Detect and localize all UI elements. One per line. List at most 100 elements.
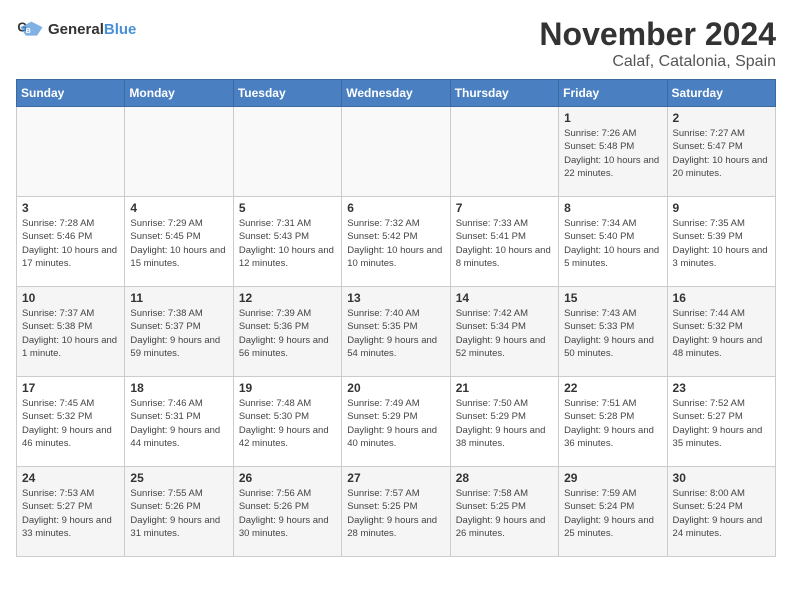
calendar-cell <box>125 107 233 197</box>
day-info: Sunrise: 7:56 AM Sunset: 5:26 PM Dayligh… <box>239 487 336 540</box>
calendar-cell <box>450 107 558 197</box>
logo-text-blue: Blue <box>104 21 137 38</box>
logo: G B GeneralBlue <box>16 16 136 44</box>
day-info: Sunrise: 7:29 AM Sunset: 5:45 PM Dayligh… <box>130 217 227 270</box>
day-number: 16 <box>673 291 770 305</box>
calendar-cell <box>233 107 341 197</box>
day-info: Sunrise: 7:40 AM Sunset: 5:35 PM Dayligh… <box>347 307 444 360</box>
day-number: 9 <box>673 201 770 215</box>
day-number: 30 <box>673 471 770 485</box>
weekday-header-monday: Monday <box>125 80 233 107</box>
location: Calaf, Catalonia, Spain <box>539 53 776 71</box>
day-number: 13 <box>347 291 444 305</box>
day-number: 18 <box>130 381 227 395</box>
month-title: November 2024 <box>539 16 776 53</box>
calendar-cell: 12 Sunrise: 7:39 AM Sunset: 5:36 PM Dayli… <box>233 287 341 377</box>
calendar-cell: 22Sunrise: 7:51 AM Sunset: 5:28 PM Dayli… <box>559 377 667 467</box>
day-info: Sunrise: 7:33 AM Sunset: 5:41 PM Dayligh… <box>456 217 553 270</box>
day-number: 17 <box>22 381 119 395</box>
day-info: Sunrise: 7:48 AM Sunset: 5:30 PM Dayligh… <box>239 397 336 450</box>
day-number: 14 <box>456 291 553 305</box>
day-info: Sunrise: 7:45 AM Sunset: 5:32 PM Dayligh… <box>22 397 119 450</box>
day-info: Sunrise: 7:32 AM Sunset: 5:42 PM Dayligh… <box>347 217 444 270</box>
day-number: 8 <box>564 201 661 215</box>
day-info: Sunrise: 7:28 AM Sunset: 5:46 PM Dayligh… <box>22 217 119 270</box>
day-info: Sunrise: 7:44 AM Sunset: 5:32 PM Dayligh… <box>673 307 770 360</box>
day-info: Sunrise: 7:42 AM Sunset: 5:34 PM Dayligh… <box>456 307 553 360</box>
calendar-cell: 3 Sunrise: 7:28 AM Sunset: 5:46 PM Daylig… <box>17 197 125 287</box>
calendar-cell: 23 Sunrise: 7:52 AM Sunset: 5:27 PM Dayli… <box>667 377 775 467</box>
day-number: 28 <box>456 471 553 485</box>
calendar-cell: 7 Sunrise: 7:33 AM Sunset: 5:41 PM Daylig… <box>450 197 558 287</box>
day-info: Sunrise: 7:55 AM Sunset: 5:26 PM Dayligh… <box>130 487 227 540</box>
calendar-cell: 10Sunrise: 7:37 AM Sunset: 5:38 PM Dayli… <box>17 287 125 377</box>
day-info: Sunrise: 7:57 AM Sunset: 5:25 PM Dayligh… <box>347 487 444 540</box>
day-number: 15 <box>564 291 661 305</box>
calendar-cell: 21 Sunrise: 7:50 AM Sunset: 5:29 PM Dayli… <box>450 377 558 467</box>
day-number: 7 <box>456 201 553 215</box>
calendar-cell: 25Sunrise: 7:55 AM Sunset: 5:26 PM Dayli… <box>125 467 233 557</box>
day-number: 29 <box>564 471 661 485</box>
calendar-cell: 17 Sunrise: 7:45 AM Sunset: 5:32 PM Dayli… <box>17 377 125 467</box>
weekday-header-tuesday: Tuesday <box>233 80 341 107</box>
calendar-cell <box>17 107 125 197</box>
day-info: Sunrise: 7:37 AM Sunset: 5:38 PM Dayligh… <box>22 307 119 360</box>
weekday-header-row: SundayMondayTuesdayWednesdayThursdayFrid… <box>17 80 776 107</box>
calendar-cell: 6 Sunrise: 7:32 AM Sunset: 5:42 PM Daylig… <box>342 197 450 287</box>
calendar-cell: 28 Sunrise: 7:58 AM Sunset: 5:25 PM Dayli… <box>450 467 558 557</box>
calendar-cell: 29 Sunrise: 7:59 AM Sunset: 5:24 PM Dayli… <box>559 467 667 557</box>
day-info: Sunrise: 7:49 AM Sunset: 5:29 PM Dayligh… <box>347 397 444 450</box>
calendar-table: SundayMondayTuesdayWednesdayThursdayFrid… <box>16 79 776 557</box>
header: G B GeneralBlue November 2024 Calaf, Cat… <box>16 16 776 71</box>
day-number: 11 <box>130 291 227 305</box>
day-info: Sunrise: 7:27 AM Sunset: 5:47 PM Dayligh… <box>673 127 770 180</box>
calendar-week-row: 1 Sunrise: 7:26 AM Sunset: 5:48 PM Daylig… <box>17 107 776 197</box>
day-info: Sunrise: 7:26 AM Sunset: 5:48 PM Dayligh… <box>564 127 661 180</box>
day-number: 19 <box>239 381 336 395</box>
day-number: 21 <box>456 381 553 395</box>
calendar-cell: 8 Sunrise: 7:34 AM Sunset: 5:40 PM Daylig… <box>559 197 667 287</box>
day-info: Sunrise: 7:34 AM Sunset: 5:40 PM Dayligh… <box>564 217 661 270</box>
day-number: 27 <box>347 471 444 485</box>
calendar-cell: 20 Sunrise: 7:49 AM Sunset: 5:29 PM Dayli… <box>342 377 450 467</box>
day-number: 20 <box>347 381 444 395</box>
weekday-header-sunday: Sunday <box>17 80 125 107</box>
day-number: 4 <box>130 201 227 215</box>
calendar-cell: 11 Sunrise: 7:38 AM Sunset: 5:37 PM Dayli… <box>125 287 233 377</box>
title-area: November 2024 Calaf, Catalonia, Spain <box>539 16 776 71</box>
calendar-cell: 24Sunrise: 7:53 AM Sunset: 5:27 PM Dayli… <box>17 467 125 557</box>
calendar-cell: 14 Sunrise: 7:42 AM Sunset: 5:34 PM Dayli… <box>450 287 558 377</box>
calendar-cell: 9Sunrise: 7:35 AM Sunset: 5:39 PM Daylig… <box>667 197 775 287</box>
logo-icon: G B <box>16 16 44 44</box>
calendar-cell: 30Sunrise: 8:00 AM Sunset: 5:24 PM Dayli… <box>667 467 775 557</box>
day-info: Sunrise: 7:46 AM Sunset: 5:31 PM Dayligh… <box>130 397 227 450</box>
day-info: Sunrise: 7:59 AM Sunset: 5:24 PM Dayligh… <box>564 487 661 540</box>
day-info: Sunrise: 7:39 AM Sunset: 5:36 PM Dayligh… <box>239 307 336 360</box>
day-number: 1 <box>564 111 661 125</box>
weekday-header-saturday: Saturday <box>667 80 775 107</box>
calendar-cell: 26 Sunrise: 7:56 AM Sunset: 5:26 PM Dayli… <box>233 467 341 557</box>
day-number: 26 <box>239 471 336 485</box>
day-number: 12 <box>239 291 336 305</box>
calendar-cell: 27 Sunrise: 7:57 AM Sunset: 5:25 PM Dayli… <box>342 467 450 557</box>
day-info: Sunrise: 7:52 AM Sunset: 5:27 PM Dayligh… <box>673 397 770 450</box>
day-number: 3 <box>22 201 119 215</box>
calendar-cell: 15 Sunrise: 7:43 AM Sunset: 5:33 PM Dayli… <box>559 287 667 377</box>
calendar-cell: 16 Sunrise: 7:44 AM Sunset: 5:32 PM Dayli… <box>667 287 775 377</box>
day-number: 23 <box>673 381 770 395</box>
calendar-cell: 1 Sunrise: 7:26 AM Sunset: 5:48 PM Daylig… <box>559 107 667 197</box>
calendar-cell <box>342 107 450 197</box>
day-info: Sunrise: 7:58 AM Sunset: 5:25 PM Dayligh… <box>456 487 553 540</box>
day-number: 6 <box>347 201 444 215</box>
calendar-cell: 2 Sunrise: 7:27 AM Sunset: 5:47 PM Daylig… <box>667 107 775 197</box>
logo-text-general: General <box>48 21 104 38</box>
day-info: Sunrise: 7:43 AM Sunset: 5:33 PM Dayligh… <box>564 307 661 360</box>
day-info: Sunrise: 7:50 AM Sunset: 5:29 PM Dayligh… <box>456 397 553 450</box>
day-info: Sunrise: 7:38 AM Sunset: 5:37 PM Dayligh… <box>130 307 227 360</box>
day-number: 2 <box>673 111 770 125</box>
weekday-header-friday: Friday <box>559 80 667 107</box>
calendar-week-row: 17 Sunrise: 7:45 AM Sunset: 5:32 PM Dayli… <box>17 377 776 467</box>
svg-text:B: B <box>26 28 31 35</box>
calendar-cell: 13 Sunrise: 7:40 AM Sunset: 5:35 PM Dayli… <box>342 287 450 377</box>
day-info: Sunrise: 7:53 AM Sunset: 5:27 PM Dayligh… <box>22 487 119 540</box>
